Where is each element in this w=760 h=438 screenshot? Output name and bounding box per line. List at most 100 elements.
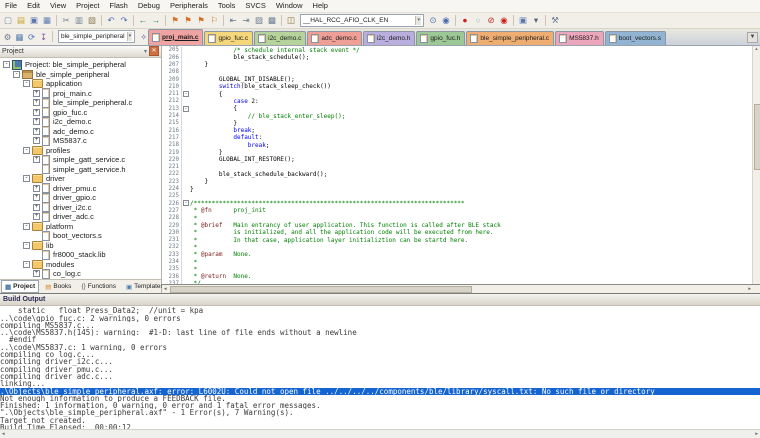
tab-MS5837.h[interactable]: MS5837.h: [555, 31, 604, 45]
collapse-icon[interactable]: -: [23, 147, 30, 154]
tab-list-dropdown-icon[interactable]: ▼: [747, 32, 758, 43]
unindent-icon[interactable]: ⇤: [227, 14, 239, 26]
expand-icon[interactable]: +: [33, 90, 40, 97]
tree-item-simple-gatt-service-c[interactable]: +simple_gatt_service.c: [0, 155, 161, 165]
expand-icon[interactable]: +: [33, 194, 40, 201]
bookmark-prev-icon[interactable]: ⚑: [182, 14, 194, 26]
undo-icon[interactable]: ↶: [105, 14, 117, 26]
tree-item-driver-adc-c[interactable]: +driver_adc.c: [0, 212, 161, 222]
tree-item-ms5837-c[interactable]: +MS5837.c: [0, 136, 161, 146]
tree-item-lib[interactable]: -lib: [0, 240, 161, 250]
collapse-icon[interactable]: -: [23, 175, 30, 182]
tree-item-proj-main-c[interactable]: +proj_main.c: [0, 88, 161, 98]
open-file-icon[interactable]: ▤: [15, 14, 27, 26]
search-next-icon[interactable]: ◉: [440, 14, 452, 26]
build-icon[interactable]: ▦: [14, 31, 25, 43]
editor-vertical-scrollbar[interactable]: ▲ ▼: [752, 46, 760, 290]
scroll-left-icon[interactable]: ◄: [1, 431, 5, 436]
tree-item-i2c-demo-c[interactable]: +i2c_demo.c: [0, 117, 161, 127]
translate-file-icon[interactable]: ⚙: [2, 31, 13, 43]
panel-tab-project[interactable]: ▦Project: [1, 280, 39, 293]
tree-item-gpio-fuc-c[interactable]: +gpio_fuc.c: [0, 107, 161, 117]
target-select-combo[interactable]: ble_simple_peripheral ▾: [58, 30, 135, 43]
tab-i2c_demo.h[interactable]: i2c_demo.h: [363, 31, 416, 45]
menu-tools[interactable]: Tools: [213, 0, 241, 12]
expand-icon[interactable]: +: [33, 109, 40, 116]
paste-icon[interactable]: ▧: [86, 14, 98, 26]
collapse-icon[interactable]: -: [13, 71, 20, 78]
tree-item-simple-gatt-service-h[interactable]: simple_gatt_service.h: [0, 164, 161, 174]
kill-breakpoints-icon[interactable]: ◉: [498, 14, 510, 26]
tree-item-boot-vectors-s[interactable]: boot_vectors.s: [0, 231, 161, 241]
expand-icon[interactable]: +: [33, 156, 40, 163]
menu-view[interactable]: View: [45, 0, 71, 12]
enable-breakpoint-icon[interactable]: ○: [472, 14, 484, 26]
expand-icon[interactable]: +: [33, 213, 40, 220]
code-area[interactable]: 205 /* schedule internal stack event */2…: [162, 46, 753, 285]
tree-item-ble-simple-peripheral[interactable]: -ble_simple_peripheral: [0, 69, 161, 79]
vertical-scroll-thumb[interactable]: [754, 104, 760, 170]
horizontal-scroll-thumb[interactable]: [170, 286, 472, 293]
menu-peripherals[interactable]: Peripherals: [165, 0, 213, 12]
build-output-scrollbar[interactable]: ◄ ►: [0, 429, 760, 438]
tree-item-driver[interactable]: -driver: [0, 174, 161, 184]
tree-item-project-ble-simple-peripheral[interactable]: -Project: ble_simple_peripheral: [0, 60, 161, 70]
windows-dropdown-icon[interactable]: ▾: [530, 14, 542, 26]
tab-gpio_fuc.h[interactable]: gpio_fuc.h: [416, 31, 465, 45]
menu-help[interactable]: Help: [308, 0, 333, 12]
bookmark-clear-all-icon[interactable]: ⚐: [208, 14, 220, 26]
tree-item-fr8000-stack-lib[interactable]: fr8000_stack.lib: [0, 250, 161, 260]
menu-debug[interactable]: Debug: [133, 0, 165, 12]
tree-item-platform[interactable]: -platform: [0, 221, 161, 231]
menu-file[interactable]: File: [0, 0, 22, 12]
disable-breakpoint-icon[interactable]: ⊘: [485, 14, 497, 26]
collapse-icon[interactable]: -: [23, 261, 30, 268]
comment-icon[interactable]: ▨: [253, 14, 265, 26]
menu-project[interactable]: Project: [71, 0, 104, 12]
tab-i2c_demo.c[interactable]: i2c_demo.c: [254, 31, 306, 45]
expand-icon[interactable]: +: [33, 118, 40, 125]
insert-breakpoint-icon[interactable]: ●: [459, 14, 471, 26]
redo-icon[interactable]: ↷: [118, 14, 130, 26]
auto-hide-pin-icon[interactable]: ▾: [144, 48, 147, 55]
tree-item-application[interactable]: -application: [0, 79, 161, 89]
download-flash-icon[interactable]: ↧: [38, 31, 49, 43]
tab-adc_demo.c[interactable]: adc_demo.c: [307, 31, 361, 45]
bookmark-toggle-icon[interactable]: ⚑: [169, 14, 181, 26]
tree-item-profiles[interactable]: -profiles: [0, 145, 161, 155]
fold-toggle[interactable]: -: [183, 200, 189, 206]
tab-gpio_fuc.c[interactable]: gpio_fuc.c: [204, 31, 253, 45]
collapse-icon[interactable]: -: [23, 80, 30, 87]
collapse-icon[interactable]: -: [3, 61, 10, 68]
rebuild-all-icon[interactable]: ⟳: [26, 31, 37, 43]
menu-window[interactable]: Window: [271, 0, 308, 12]
expand-icon[interactable]: +: [33, 185, 40, 192]
expand-icon[interactable]: +: [33, 99, 40, 106]
find-in-files-icon[interactable]: ◫: [285, 14, 297, 26]
collapse-icon[interactable]: -: [23, 223, 30, 230]
editor-horizontal-scrollbar[interactable]: ◄ ►: [162, 284, 760, 293]
tree-item-adc-demo-c[interactable]: +adc_demo.c: [0, 126, 161, 136]
new-file-icon[interactable]: ▢: [2, 14, 14, 26]
fold-toggle[interactable]: -: [183, 91, 189, 97]
build-error-line[interactable]: .\Objects\ble_simple_peripheral.axf: err…: [0, 388, 760, 395]
navigate-back-icon[interactable]: ←: [137, 14, 149, 26]
configure-wrench-icon[interactable]: ⚒: [549, 14, 561, 26]
tree-item-ble-simple-peripheral-c[interactable]: +ble_simple_peripheral.c: [0, 98, 161, 108]
tree-item-driver-gpio-c[interactable]: +driver_gpio.c: [0, 193, 161, 203]
menu-edit[interactable]: Edit: [22, 0, 45, 12]
panel-tab-functions[interactable]: {}Functions: [77, 280, 120, 293]
scroll-right-icon[interactable]: ►: [755, 431, 759, 436]
bookmark-next-icon[interactable]: ⚑: [195, 14, 207, 26]
save-all-icon[interactable]: ▦: [41, 14, 53, 26]
navigate-forward-icon[interactable]: →: [150, 14, 162, 26]
tree-item-co-log-c[interactable]: +co_log.c: [0, 269, 161, 279]
tab-proj_main.c[interactable]: proj_main.c: [148, 29, 203, 45]
debug-windows-icon[interactable]: ▣: [517, 14, 529, 26]
menu-flash[interactable]: Flash: [105, 0, 133, 12]
expand-icon[interactable]: +: [33, 128, 40, 135]
menu-svcs[interactable]: SVCS: [240, 0, 270, 12]
tab-boot_vectors.s[interactable]: boot_vectors.s: [605, 31, 666, 45]
tree-item-driver-i2c-c[interactable]: +driver_i2c.c: [0, 202, 161, 212]
scroll-right-icon[interactable]: ►: [748, 286, 752, 291]
